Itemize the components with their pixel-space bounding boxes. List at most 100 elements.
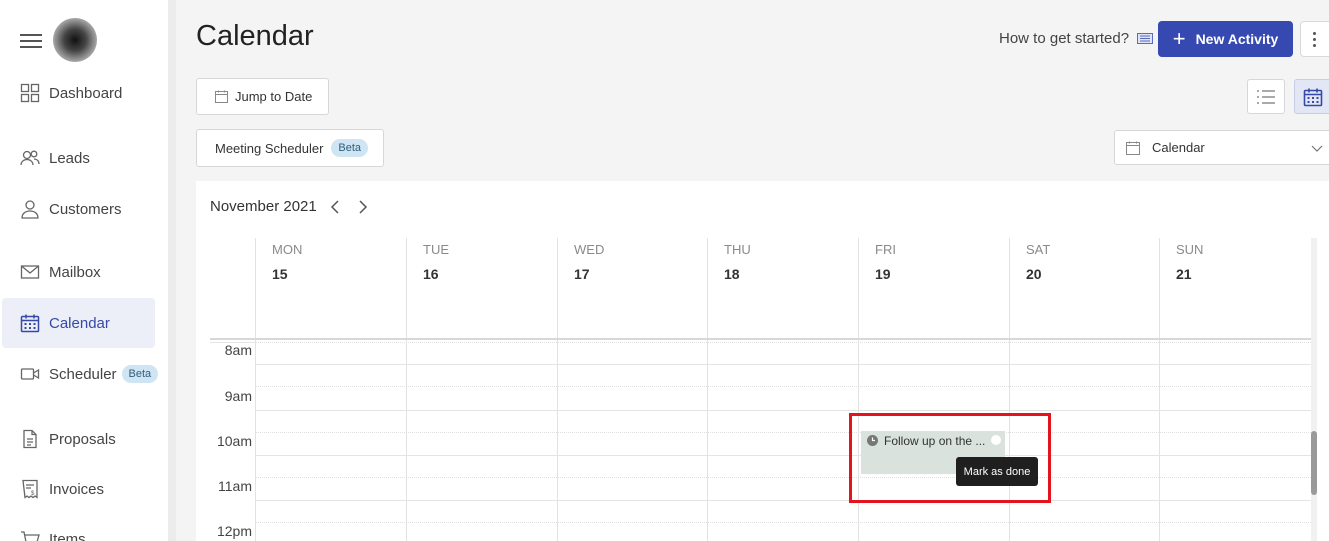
day-number: 18 [724, 266, 740, 282]
day-header: WED 17 [558, 238, 604, 282]
video-tutorial-icon [1137, 33, 1154, 44]
day-name: THU [724, 242, 751, 257]
mail-icon [20, 262, 40, 282]
day-number: 19 [875, 266, 891, 282]
calendar-icon [1303, 88, 1323, 106]
list-icon [1257, 89, 1275, 104]
sidebar-item-leads[interactable]: Leads [2, 133, 155, 183]
scrollbar[interactable] [1311, 238, 1317, 541]
calendar-select[interactable]: Calendar [1114, 130, 1329, 165]
sidebar-item-items[interactable]: Items [2, 514, 155, 541]
kebab-icon [1313, 31, 1316, 47]
calendar-view-button[interactable] [1294, 79, 1329, 114]
dashboard-icon [20, 83, 40, 103]
sidebar-item-label: Mailbox [49, 263, 101, 281]
day-header: TUE 16 [407, 238, 449, 282]
month-label: November 2021 [210, 198, 317, 215]
calendar-panel: November 2021 MON 15 TUE 16 WED 17 THU 1… [196, 181, 1329, 541]
grid-line [256, 342, 1311, 343]
grid-line [256, 410, 1311, 411]
highlight-box [849, 413, 1051, 503]
sidebar-item-label: Calendar [49, 314, 110, 332]
calendar-select-value: Calendar [1152, 140, 1205, 155]
day-header: FRI 19 [859, 238, 896, 282]
day-column-tue[interactable]: TUE 16 [406, 238, 557, 541]
new-activity-button[interactable]: + New Activity [1158, 21, 1293, 57]
day-number: 20 [1026, 266, 1042, 282]
sidebar-item-calendar[interactable]: Calendar [2, 298, 155, 348]
day-number: 16 [423, 266, 439, 282]
scroll-thumb[interactable] [1311, 431, 1317, 495]
header-divider [210, 338, 1311, 340]
day-number: 17 [574, 266, 590, 282]
sidebar-item-dashboard[interactable]: Dashboard [2, 68, 155, 118]
new-activity-label: New Activity [1195, 31, 1279, 47]
people-icon [20, 148, 40, 168]
meeting-scheduler-label: Meeting Scheduler [215, 140, 324, 156]
day-name: TUE [423, 242, 449, 257]
grid-line [256, 522, 1311, 523]
beta-badge: Beta [331, 139, 369, 157]
sidebar-item-customers[interactable]: Customers [2, 184, 155, 234]
day-header: MON 15 [256, 238, 302, 282]
list-view-button[interactable] [1247, 79, 1285, 114]
help-link[interactable]: How to get started? [999, 30, 1154, 47]
meeting-scheduler-button[interactable]: Meeting Scheduler Beta [196, 129, 384, 167]
chevron-right-icon[interactable] [355, 199, 369, 214]
jump-to-date-label: Jump to Date [235, 89, 313, 104]
chevron-down-icon [1311, 145, 1323, 152]
grid-line [256, 500, 1311, 501]
day-name: WED [574, 242, 605, 257]
time-label: 9am [224, 388, 252, 404]
day-header: THU 18 [708, 238, 751, 282]
sidebar-item-label: Customers [49, 200, 122, 218]
sidebar-item-label: Scheduler [49, 365, 117, 383]
jump-to-date-button[interactable]: Jump to Date [196, 78, 329, 115]
more-options-button[interactable] [1300, 21, 1329, 57]
video-icon [20, 364, 40, 384]
grid-line [256, 432, 1311, 433]
day-number: 21 [1176, 266, 1192, 282]
sidebar-item-label: Proposals [49, 430, 116, 448]
day-name: MON [272, 242, 303, 257]
grid-line [256, 477, 1311, 478]
grid-line [256, 455, 1311, 456]
page-title: Calendar [196, 20, 314, 52]
sidebar-item-label: Dashboard [49, 84, 123, 102]
sidebar-item-label: Leads [49, 149, 90, 167]
day-column-mon[interactable]: MON 15 [255, 238, 406, 541]
invoice-icon: $ [20, 479, 40, 499]
day-column-sun[interactable]: SUN 21 [1159, 238, 1311, 541]
day-column-thu[interactable]: THU 18 [707, 238, 858, 541]
sidebar-item-invoices[interactable]: $ Invoices [2, 464, 155, 514]
grid-line [256, 364, 1311, 365]
cart-icon [20, 529, 40, 541]
day-header: SAT 20 [1010, 238, 1050, 282]
sidebar-item-proposals[interactable]: Proposals [2, 414, 155, 464]
calendar-small-icon [1126, 141, 1140, 155]
sidebar-item-label: Items [49, 530, 86, 541]
beta-badge: Beta [121, 365, 159, 383]
day-number: 15 [272, 266, 288, 282]
user-icon [20, 199, 40, 219]
avatar[interactable] [53, 18, 97, 62]
month-header: November 2021 [210, 198, 369, 215]
sidebar-divider [168, 0, 176, 541]
day-column-wed[interactable]: WED 17 [557, 238, 707, 541]
day-header: SUN 21 [1160, 238, 1203, 282]
sidebar-item-mailbox[interactable]: Mailbox [2, 247, 155, 297]
day-name: SAT [1026, 242, 1051, 257]
plus-icon: + [1172, 26, 1186, 51]
day-name: FRI [875, 242, 896, 257]
time-label: 10am [216, 433, 252, 449]
sidebar: Dashboard Leads Customers Mailbox Calend… [0, 0, 168, 541]
chevron-left-icon[interactable] [329, 199, 343, 214]
week-grid: MON 15 TUE 16 WED 17 THU 18 FRI 19 SAT 2… [210, 238, 1311, 541]
menu-icon[interactable] [20, 34, 42, 48]
sidebar-item-scheduler[interactable]: Scheduler Beta [2, 349, 159, 399]
document-icon [20, 429, 40, 449]
calendar-icon [20, 313, 40, 333]
calendar-small-icon [215, 90, 228, 103]
time-label: 8am [224, 342, 252, 358]
day-name: SUN [1176, 242, 1204, 257]
